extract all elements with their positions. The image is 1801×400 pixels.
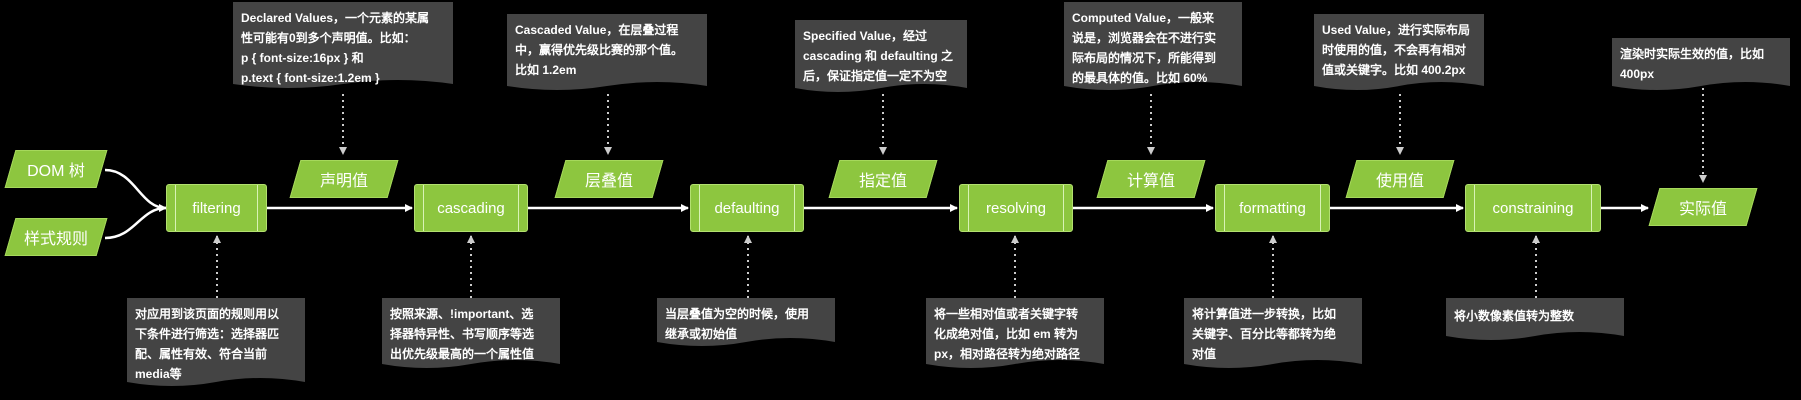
input-dom-tree: DOM 树 <box>4 150 108 188</box>
value-cascaded: 层叠值 <box>554 160 664 198</box>
note-text: Computed Value，一般来 说是，浏览器会在不进行实 际布局的情况下，… <box>1072 11 1217 85</box>
value-actual: 实际值 <box>1648 188 1758 226</box>
step-filtering: filtering <box>166 184 267 232</box>
note-constraining: 将小数像素值转为整数 <box>1446 298 1624 344</box>
note-text: Specified Value，经过 cascading 和 defaultin… <box>803 29 954 83</box>
dom-tree-connector <box>104 168 167 210</box>
note-text: 将一些相对值或者关键字转 化成绝对值，比如 em 转为 px，相对路径转为绝对路… <box>934 307 1081 361</box>
value-label: 计算值 <box>1126 173 1175 190</box>
style-rules-connector <box>104 204 167 240</box>
step-label: formatting <box>1239 199 1306 217</box>
note-cascaded-value: Cascaded Value，在层叠过程 中，赢得优先级比赛的那个值。 比如 1… <box>507 14 707 94</box>
note-resolving: 将一些相对值或者关键字转 化成绝对值，比如 em 转为 px，相对路径转为绝对路… <box>926 298 1104 372</box>
note-declared-value: Declared Values，一个元素的某属 性可能有0到多个声明值。比如： … <box>233 2 453 92</box>
value-label: 层叠值 <box>584 173 633 190</box>
step-resolving: resolving <box>959 184 1073 232</box>
value-label: 使用值 <box>1375 173 1424 190</box>
note-actual-value: 渲染时实际生效的值，比如 400px <box>1612 38 1790 94</box>
css-value-pipeline-diagram: DOM 树 样式规则 filtering cascading defaultin… <box>0 0 1801 400</box>
note-text: Used Value，进行实际布局 时使用的值，不会再有相对 值或关键字。比如 … <box>1322 23 1471 77</box>
note-cascading: 按照来源、!important、选 择器特异性、书写顺序等选 出优先级最高的一个… <box>382 298 560 372</box>
note-text: Cascaded Value，在层叠过程 中，赢得优先级比赛的那个值。 比如 1… <box>515 23 684 77</box>
note-defaulting: 当层叠值为空的时候，使用 继承或初始值 <box>657 298 835 350</box>
value-label: 声明值 <box>319 173 368 190</box>
note-formatting: 将计算值进一步转换，比如 关键字、百分比等都转为绝 对值 <box>1184 298 1362 372</box>
note-text: 按照来源、!important、选 择器特异性、书写顺序等选 出优先级最高的一个… <box>390 307 535 361</box>
step-label: cascading <box>437 199 505 217</box>
value-label: 实际值 <box>1678 201 1727 218</box>
step-label: defaulting <box>714 199 780 217</box>
step-label: resolving <box>985 199 1047 217</box>
note-computed-value: Computed Value，一般来 说是，浏览器会在不进行实 际布局的情况下，… <box>1064 2 1242 94</box>
note-text: 将小数像素值转为整数 <box>1454 309 1575 323</box>
input-style-rules-label: 样式规则 <box>23 231 88 248</box>
step-label: constraining <box>1492 199 1574 217</box>
note-text: 将计算值进一步转换，比如 关键字、百分比等都转为绝 对值 <box>1192 307 1337 361</box>
note-used-value: Used Value，进行实际布局 时使用的值，不会再有相对 值或关键字。比如 … <box>1314 14 1484 94</box>
step-label: filtering <box>192 199 241 217</box>
step-cascading: cascading <box>414 184 528 232</box>
note-filtering: 对应用到该页面的规则用以 下条件进行筛选：选择器匹 配、属性有效、符合当前 me… <box>127 298 305 390</box>
step-formatting: formatting <box>1215 184 1330 232</box>
value-label: 指定值 <box>858 173 907 190</box>
step-defaulting: defaulting <box>690 184 804 232</box>
value-used: 使用值 <box>1345 160 1455 198</box>
note-specified-value: Specified Value，经过 cascading 和 defaultin… <box>795 20 967 96</box>
value-specified: 指定值 <box>828 160 938 198</box>
step-constraining: constraining <box>1465 184 1601 232</box>
value-declared: 声明值 <box>289 160 399 198</box>
note-text: Declared Values，一个元素的某属 性可能有0到多个声明值。比如： … <box>241 11 430 85</box>
value-computed: 计算值 <box>1096 160 1206 198</box>
input-dom-tree-label: DOM 树 <box>27 163 85 180</box>
note-text: 渲染时实际生效的值，比如 400px <box>1620 47 1765 81</box>
note-text: 对应用到该页面的规则用以 下条件进行筛选：选择器匹 配、属性有效、符合当前 me… <box>135 307 280 381</box>
input-style-rules: 样式规则 <box>4 218 108 256</box>
note-text: 当层叠值为空的时候，使用 继承或初始值 <box>665 307 810 341</box>
